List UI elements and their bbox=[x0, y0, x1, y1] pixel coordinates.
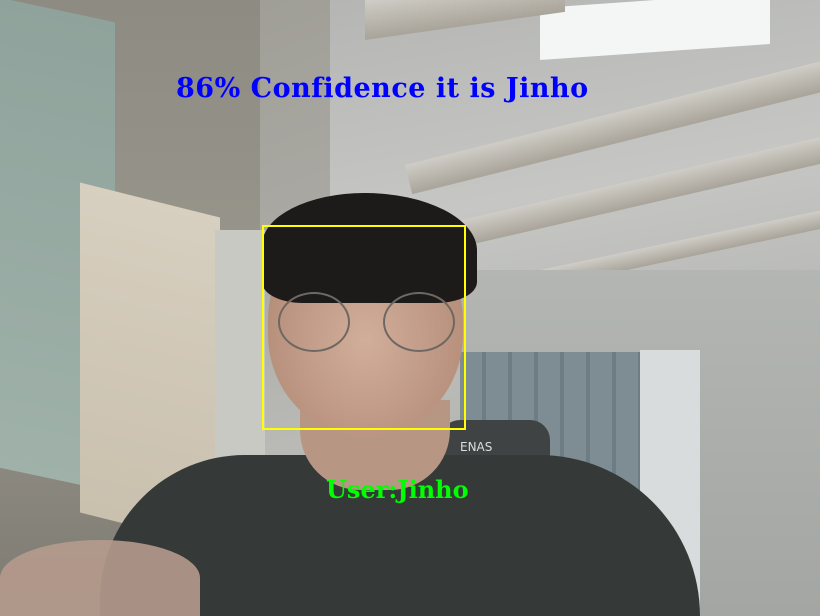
confidence-label: 86% Confidence it is Jinho bbox=[176, 73, 589, 104]
user-label: User:Jinho bbox=[326, 475, 469, 504]
face-detection-box bbox=[262, 225, 466, 430]
chair-logo: ENAS bbox=[460, 440, 493, 454]
hand bbox=[0, 540, 200, 616]
